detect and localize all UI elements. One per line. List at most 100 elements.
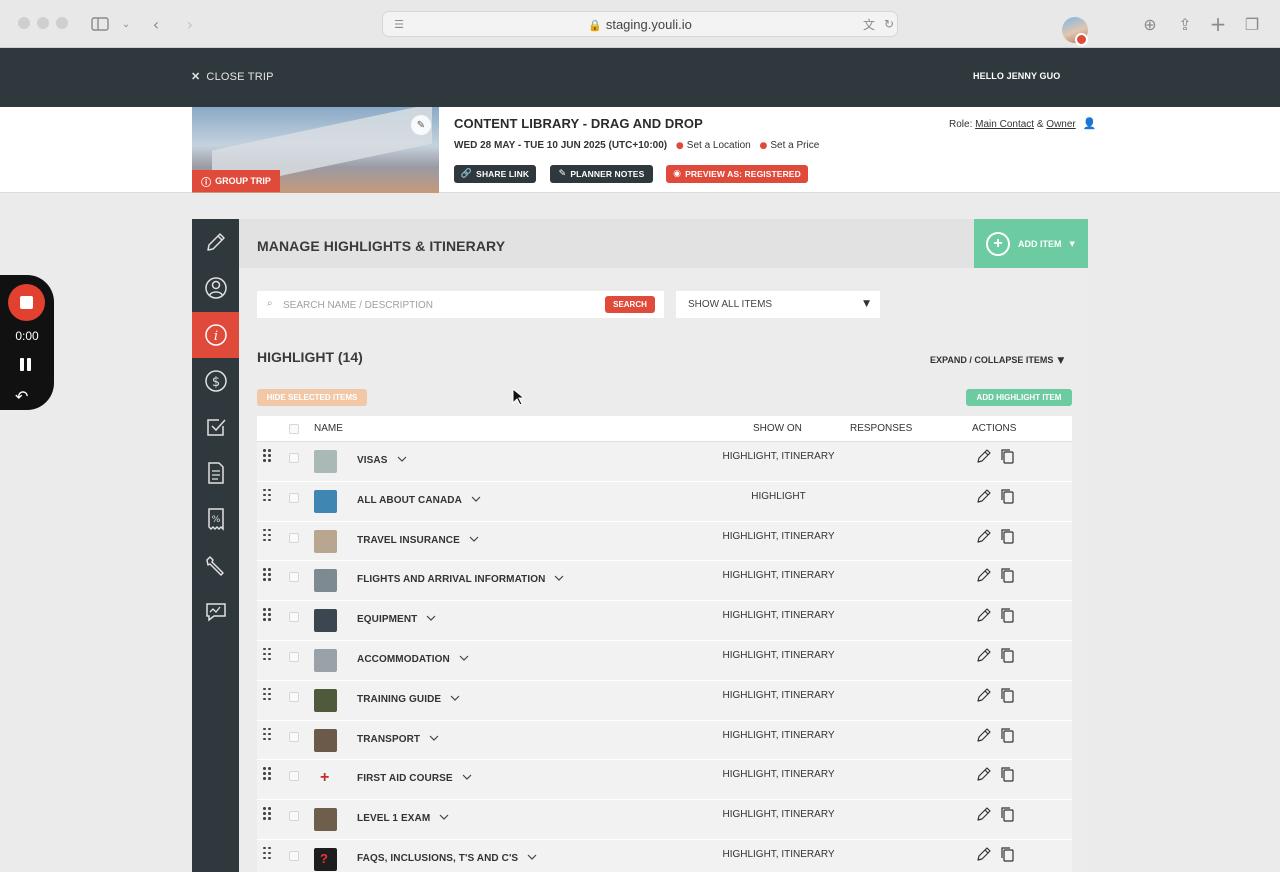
drag-handle-icon[interactable] [263,528,273,543]
edit-pencil-icon[interactable] [976,567,992,583]
chevron-down-icon[interactable] [461,771,473,783]
chevron-down-icon[interactable] [438,811,450,823]
chevron-down-icon[interactable] [468,533,480,545]
drag-handle-icon[interactable] [263,449,273,463]
share-icon[interactable]: ⇪ [1173,12,1197,36]
reload-icon[interactable]: ↻ [877,12,901,36]
edit-pencil-icon[interactable] [976,727,992,743]
duplicate-icon[interactable] [999,687,1015,703]
preview-button[interactable]: ◉ PREVIEW AS: REGISTERED [666,165,808,183]
item-name[interactable]: TRAVEL INSURANCE [357,531,480,546]
duplicate-icon[interactable] [999,448,1015,464]
planner-notes-button[interactable]: ✎ PLANNER NOTES [550,165,653,183]
chevron-down-icon[interactable]: ⌄ [114,12,138,36]
show-items-select[interactable]: SHOW ALL ITEMS ▼ [676,291,880,318]
table-row[interactable]: VISAS HIGHLIGHT, ITINERARY [257,442,1072,482]
chevron-down-icon[interactable] [458,652,470,664]
main-contact-link[interactable]: Main Contact [975,119,1034,130]
item-name[interactable]: LEVEL 1 EXAM [357,809,450,824]
item-name[interactable]: ALL ABOUT CANADA [357,491,482,506]
sidebar-item-info[interactable]: i [192,312,239,358]
item-name[interactable]: TRAINING GUIDE [357,690,461,705]
table-row[interactable]: LEVEL 1 EXAM HIGHLIGHT, ITINERARY [257,800,1072,840]
drag-handle-icon[interactable] [263,647,273,662]
row-checkbox[interactable] [289,612,299,623]
sidebar-item-edit[interactable] [192,219,239,265]
drag-handle-icon[interactable] [263,488,273,503]
drag-handle-icon[interactable] [263,568,273,582]
duplicate-icon[interactable] [999,528,1015,544]
row-checkbox[interactable] [289,811,299,822]
forward-icon[interactable]: › [178,12,202,36]
drag-handle-icon[interactable] [263,727,273,742]
chevron-down-icon[interactable] [396,453,408,465]
chevron-down-icon[interactable] [449,692,461,704]
row-checkbox[interactable] [289,691,299,702]
chevron-down-icon[interactable] [425,612,437,624]
row-checkbox[interactable] [289,651,299,662]
owner-link[interactable]: Owner [1046,119,1075,130]
chevron-down-icon[interactable] [553,572,565,584]
duplicate-icon[interactable] [999,766,1015,782]
expand-collapse-toggle[interactable]: EXPAND / COLLAPSE ITEMS ▼ [930,355,1064,366]
edit-pencil-icon[interactable] [976,488,992,504]
drag-handle-icon[interactable] [263,608,273,622]
tabs-overview-icon[interactable]: ❐ [1240,12,1264,36]
table-row[interactable]: ALL ABOUT CANADA HIGHLIGHT [257,481,1072,522]
drag-handle-icon[interactable] [263,846,273,861]
set-location-link[interactable]: Set a Location [687,140,751,151]
table-row[interactable]: ACCOMMODATION HIGHLIGHT, ITINERARY [257,640,1072,681]
sidebar-item-feedback[interactable] [192,589,239,635]
drag-handle-icon[interactable] [263,687,273,702]
edit-pencil-icon[interactable] [976,528,992,544]
undo-icon[interactable]: ↶ [15,387,28,406]
table-row[interactable]: + FIRST AID COURSE HIGHLIGHT, ITINERARY [257,760,1072,801]
set-price-link[interactable]: Set a Price [770,140,819,151]
select-all-checkbox[interactable] [289,424,299,434]
table-row[interactable]: EQUIPMENT HIGHLIGHT, ITINERARY [257,601,1072,641]
table-row[interactable]: TRAINING GUIDE HIGHLIGHT, ITINERARY [257,680,1072,721]
edit-pencil-icon[interactable]: ✎ [411,115,431,135]
table-row[interactable]: ? FAQS, INCLUSIONS, T'S AND C'S HIGHLIGHT,… [257,839,1072,872]
chevron-down-icon[interactable] [470,493,482,505]
edit-pencil-icon[interactable] [976,846,992,862]
duplicate-icon[interactable] [999,806,1015,822]
stop-recording-button[interactable] [8,284,45,321]
share-link-button[interactable]: 🔗 SHARE LINK [454,165,536,183]
row-checkbox[interactable] [289,572,299,583]
chevron-down-icon[interactable] [428,732,440,744]
search-button[interactable]: SEARCH [605,296,655,313]
item-name[interactable]: FLIGHTS AND ARRIVAL INFORMATION [357,570,565,585]
close-window-button[interactable] [18,17,30,29]
new-tab-icon[interactable]: + [1206,12,1230,36]
row-checkbox[interactable] [289,492,299,503]
duplicate-icon[interactable] [999,846,1015,862]
edit-pencil-icon[interactable] [976,687,992,703]
item-name[interactable]: FIRST AID COURSE [357,769,473,784]
sidebar-item-checklist[interactable] [192,404,239,450]
item-name[interactable]: ACCOMMODATION [357,650,470,665]
item-name[interactable]: VISAS [357,451,408,466]
row-checkbox[interactable] [289,850,299,861]
sidebar-item-document[interactable] [192,450,239,496]
duplicate-icon[interactable] [999,607,1015,623]
edit-pencil-icon[interactable] [976,806,992,822]
drag-handle-icon[interactable] [263,767,273,781]
row-checkbox[interactable] [289,453,299,463]
duplicate-icon[interactable] [999,727,1015,743]
hide-selected-button[interactable]: HIDE SELECTED ITEMS [257,389,367,406]
sidebar-toggle-icon[interactable] [88,12,112,36]
sidebar-item-pricing[interactable]: $ [192,358,239,404]
edit-pencil-icon[interactable] [976,766,992,782]
close-trip-link[interactable]: ✕ CLOSE TRIP [191,70,274,83]
edit-pencil-icon[interactable] [976,607,992,623]
pause-icon[interactable] [20,358,32,371]
table-row[interactable]: TRAVEL INSURANCE HIGHLIGHT, ITINERARY [257,521,1072,562]
item-name[interactable]: EQUIPMENT [357,610,437,625]
address-bar[interactable]: ☰ 🔒 staging.youli.io 文 ↻ [382,11,898,37]
row-checkbox[interactable] [289,771,299,782]
add-item-button[interactable]: + ADD ITEM ▼ [974,219,1088,268]
search-input[interactable] [283,297,593,313]
chevron-down-icon[interactable] [526,851,538,863]
drag-handle-icon[interactable] [263,807,273,821]
